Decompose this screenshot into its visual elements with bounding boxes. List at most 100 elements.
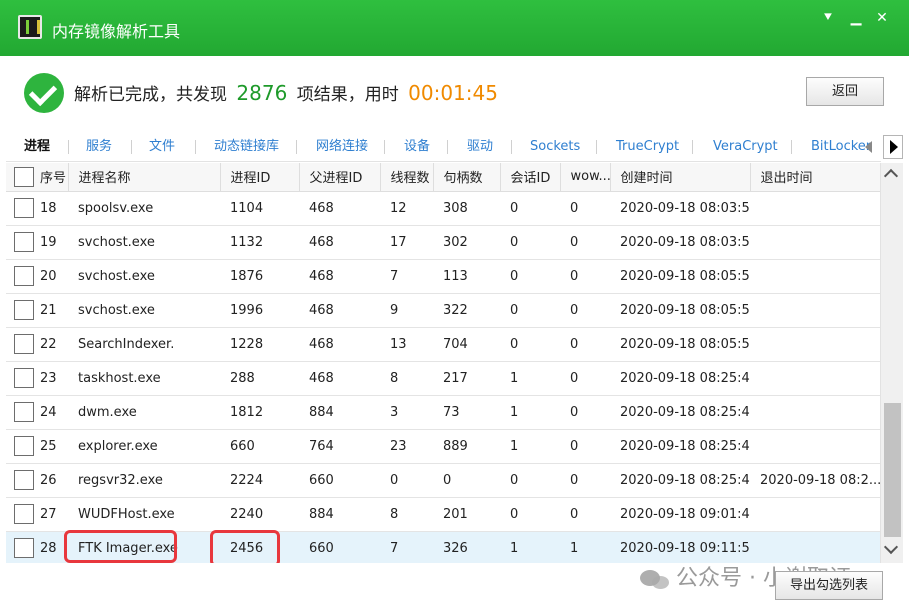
scroll-up-icon[interactable] [883, 168, 899, 184]
row-checkbox[interactable] [14, 402, 34, 422]
row-index: 24 [40, 404, 57, 420]
chevron-left-icon[interactable] [865, 137, 875, 157]
handle-count: 217 [433, 361, 500, 396]
tab-divider [195, 140, 196, 154]
column-header-session[interactable]: 会话ID [500, 163, 561, 192]
window-title: 内存镜像解析工具 [52, 22, 181, 41]
back-button[interactable]: 返回 [806, 77, 884, 106]
wow64-flag: 0 [560, 293, 610, 328]
table-row[interactable]: 18 spoolsv.exe 1104 468 12 308 0 0 2020-… [6, 191, 880, 226]
wow64-flag: 0 [560, 497, 610, 532]
close-button[interactable]: ✕ [872, 8, 892, 28]
table-row[interactable]: 24 dwm.exe 1812 884 3 73 1 0 2020-09-18 … [6, 395, 880, 430]
column-header-handles[interactable]: 句柄数 [433, 163, 501, 192]
row-checkbox[interactable] [14, 368, 34, 388]
thread-count: 13 [380, 327, 433, 362]
row-checkbox[interactable] [14, 198, 34, 218]
row-checkbox[interactable] [14, 504, 34, 524]
session-id: 0 [500, 259, 560, 294]
tab-divider [511, 140, 512, 154]
parent-process-id: 468 [299, 293, 380, 328]
process-name: taskhost.exe [68, 361, 220, 396]
tab-files[interactable]: 文件 [149, 132, 175, 161]
session-id: 1 [500, 531, 560, 563]
table-row[interactable]: 21 svchost.exe 1996 468 9 322 0 0 2020-0… [6, 293, 880, 328]
tab-divider [596, 140, 597, 154]
select-all-checkbox[interactable] [14, 166, 34, 187]
row-checkbox[interactable] [14, 436, 34, 456]
column-header-pid[interactable]: 进程ID [220, 163, 300, 192]
session-id: 1 [500, 429, 560, 464]
tab-truecrypt[interactable]: TrueCrypt [616, 132, 679, 161]
table-row[interactable]: 20 svchost.exe 1876 468 7 113 0 0 2020-0… [6, 259, 880, 294]
column-header-created[interactable]: 创建时间 [610, 163, 751, 192]
thread-count: 23 [380, 429, 433, 464]
table-row[interactable]: 25 explorer.exe 660 764 23 889 1 0 2020-… [6, 429, 880, 464]
vertical-scrollbar[interactable] [880, 163, 903, 563]
process-id: 2240 [220, 497, 299, 532]
table-row[interactable]: 22 SearchIndexer. 1228 468 13 704 0 0 20… [6, 327, 880, 362]
scroll-thumb[interactable] [884, 403, 901, 537]
create-time: 2020-09-18 08:03:55 [610, 191, 750, 226]
row-index: 22 [40, 336, 57, 352]
parent-process-id: 468 [299, 327, 380, 362]
process-id: 2224 [220, 463, 299, 498]
tab-bitlocker[interactable]: BitLocker [811, 132, 871, 161]
export-selected-button[interactable]: 导出勾选列表 [775, 571, 883, 600]
handle-count: 73 [433, 395, 500, 430]
process-name: svchost.exe [68, 259, 220, 294]
elapsed-time: 00:01:45 [408, 81, 498, 105]
exit-time [750, 293, 880, 328]
table-row[interactable]: 19 svchost.exe 1132 468 17 302 0 0 2020-… [6, 225, 880, 260]
process-name: explorer.exe [68, 429, 220, 464]
create-time: 2020-09-18 08:03:55 [610, 225, 750, 260]
pin-icon[interactable]: ⯆ [818, 8, 838, 28]
column-header-index[interactable]: 序号 [6, 163, 69, 192]
tab-sockets[interactable]: Sockets [530, 132, 580, 161]
exit-time [750, 429, 880, 464]
process-table: 序号 进程名称 进程ID 父进程ID 线程数 句柄数 会话ID wow... 创… [6, 163, 880, 563]
thread-count: 7 [380, 259, 433, 294]
row-checkbox[interactable] [14, 538, 34, 558]
row-checkbox[interactable] [14, 232, 34, 252]
column-header-ppid[interactable]: 父进程ID [299, 163, 381, 192]
minimize-button[interactable]: ▁ [846, 8, 866, 28]
create-time: 2020-09-18 08:25:40 [610, 395, 750, 430]
column-header-threads[interactable]: 线程数 [380, 163, 434, 192]
tab-processes[interactable]: 进程 [24, 132, 50, 161]
scroll-down-icon[interactable] [883, 539, 899, 555]
thread-count: 8 [380, 497, 433, 532]
column-header-exited[interactable]: 退出时间 [750, 163, 880, 192]
row-checkbox[interactable] [14, 470, 34, 490]
handle-count: 326 [433, 531, 500, 563]
row-checkbox[interactable] [14, 300, 34, 320]
row-checkbox[interactable] [14, 334, 34, 354]
table-row[interactable]: 27 WUDFHost.exe 2240 884 8 201 0 0 2020-… [6, 497, 880, 532]
table-row[interactable]: 26 regsvr32.exe 2224 660 0 0 0 0 2020-09… [6, 463, 880, 498]
process-id: 1104 [220, 191, 299, 226]
thread-count: 8 [380, 361, 433, 396]
parent-process-id: 660 [299, 463, 380, 498]
tab-devices[interactable]: 设备 [404, 132, 430, 161]
check-circle-icon [24, 73, 64, 113]
column-header-name[interactable]: 进程名称 [68, 163, 221, 192]
tab-dlls[interactable]: 动态链接库 [214, 132, 279, 161]
table-row[interactable]: 23 taskhost.exe 288 468 8 217 1 0 2020-0… [6, 361, 880, 396]
session-id: 0 [500, 463, 560, 498]
title-bar: 内存镜像解析工具 ⯆ ▁ ✕ [0, 0, 909, 56]
tab-veracrypt[interactable]: VeraCrypt [713, 132, 778, 161]
session-id: 0 [500, 327, 560, 362]
column-header-wow[interactable]: wow... [560, 163, 611, 192]
chevron-right-icon[interactable] [883, 135, 903, 159]
row-index: 28 [40, 540, 57, 556]
row-index: 23 [40, 370, 57, 386]
tab-services[interactable]: 服务 [86, 132, 112, 161]
tab-drivers[interactable]: 驱动 [467, 132, 493, 161]
tab-network[interactable]: 网络连接 [316, 132, 368, 161]
tab-bar: 进程 服务 文件 动态链接库 网络连接 设备 驱动 Sockets TrueCr… [6, 132, 881, 162]
wow64-flag: 0 [560, 429, 610, 464]
tab-divider [296, 140, 297, 154]
handle-count: 889 [433, 429, 500, 464]
row-checkbox[interactable] [14, 266, 34, 286]
process-name: svchost.exe [68, 225, 220, 260]
